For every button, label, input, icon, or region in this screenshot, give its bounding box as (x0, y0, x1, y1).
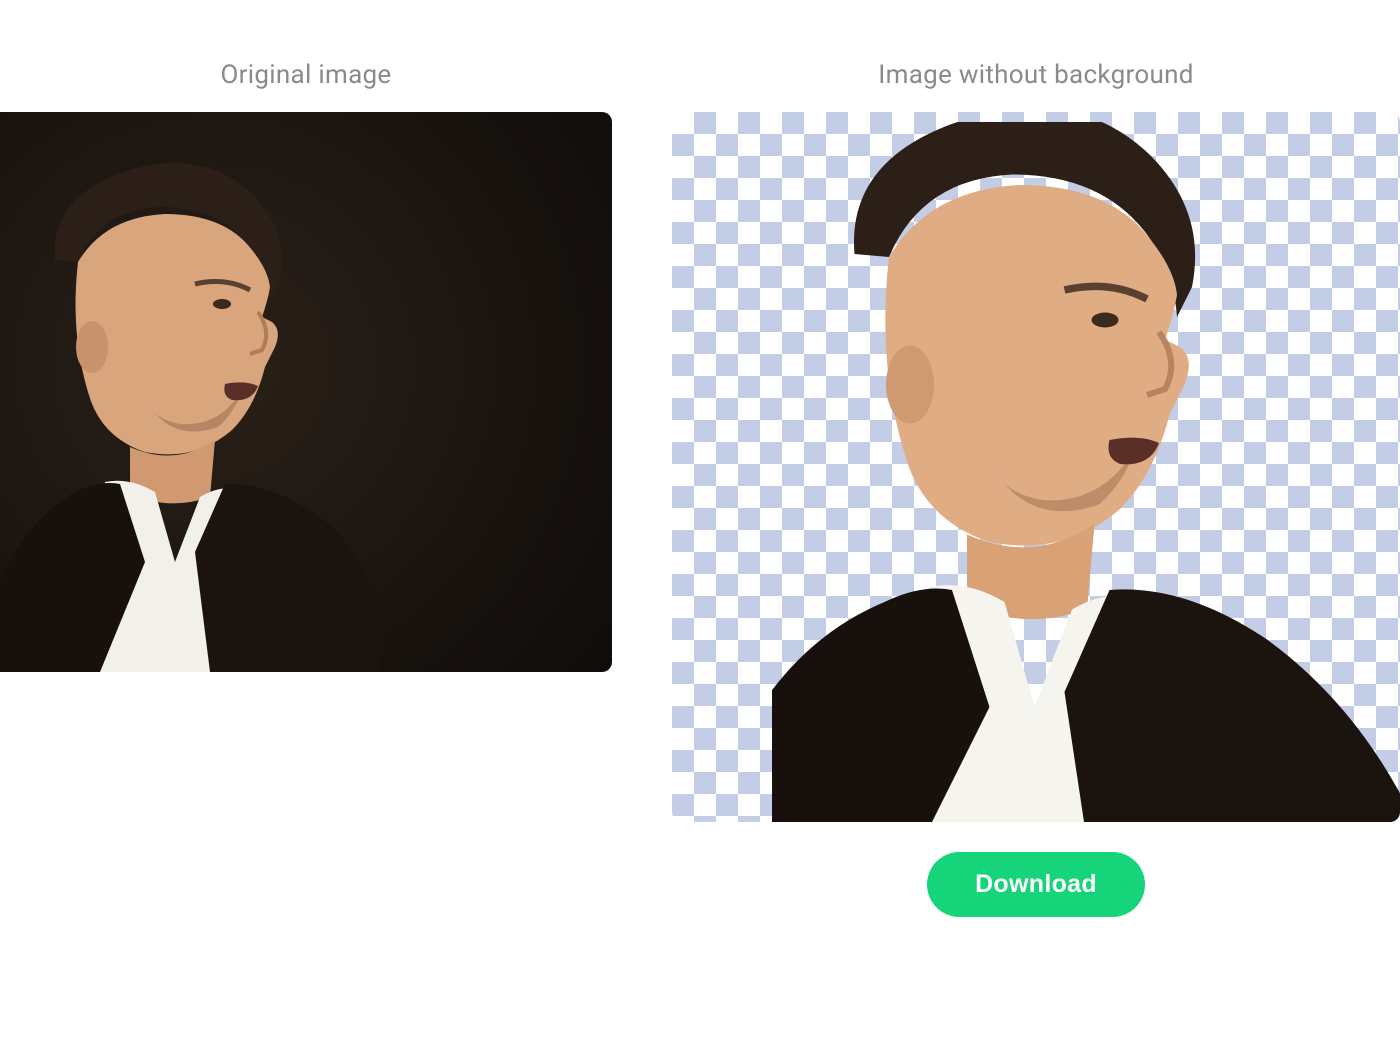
result-label: Image without background (878, 60, 1193, 90)
original-image (0, 112, 612, 672)
download-row: Download (672, 852, 1400, 917)
result-image (672, 112, 1400, 822)
result-panel: Image without background (672, 60, 1400, 917)
original-label: Original image (220, 60, 391, 90)
comparison-container: Original image (0, 0, 1400, 917)
download-button[interactable]: Download (927, 852, 1145, 917)
person-silhouette-result (772, 122, 1400, 822)
person-silhouette-original (0, 152, 380, 672)
original-panel: Original image (0, 60, 612, 917)
